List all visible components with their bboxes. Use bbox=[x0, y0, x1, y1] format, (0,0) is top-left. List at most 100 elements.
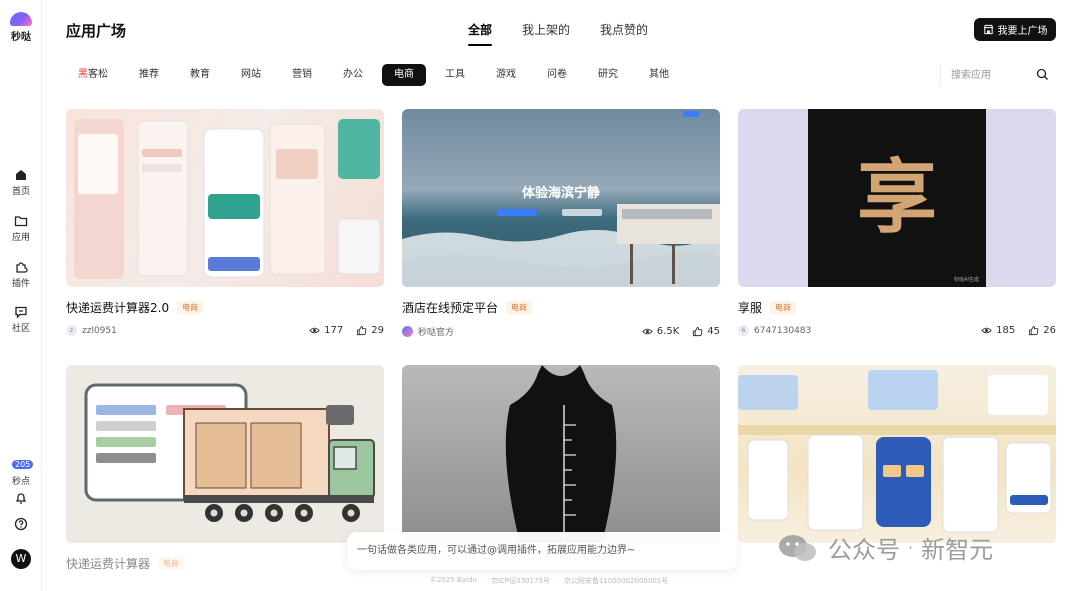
footer-icp[interactable]: 京ICP证030173号 bbox=[491, 576, 550, 586]
help-icon bbox=[14, 517, 28, 531]
app-card[interactable] bbox=[402, 365, 720, 543]
category-office[interactable]: 办公 bbox=[331, 64, 375, 86]
like-count: 29 bbox=[371, 325, 384, 336]
search-box bbox=[940, 64, 1056, 86]
thumbnail-art bbox=[738, 370, 1056, 533]
footer-police[interactable]: 京公网安备11000002000001号 bbox=[564, 576, 668, 586]
eye-icon bbox=[309, 327, 320, 334]
app-card[interactable]: 享 秒哒AI生成 享服 电商 6 6747130483 185 26 bbox=[738, 109, 1056, 336]
app-thumbnail[interactable] bbox=[66, 109, 384, 287]
watermark-separator: · bbox=[908, 538, 914, 557]
rail-item-apps[interactable]: 应用 bbox=[0, 214, 42, 243]
category-research[interactable]: 研究 bbox=[586, 64, 630, 86]
watermark-brand: 新智元 bbox=[921, 536, 994, 564]
thumbs-up-icon[interactable] bbox=[356, 325, 367, 336]
rail-item-community[interactable]: 社区 bbox=[0, 305, 42, 334]
app-thumbnail[interactable] bbox=[66, 365, 384, 543]
category-survey[interactable]: 问卷 bbox=[535, 64, 579, 86]
author-name[interactable]: zzl0951 bbox=[82, 326, 117, 336]
prompt-input-bar[interactable]: 一句话做各类应用，可以通过@调用插件，拓展应用能力边界~ bbox=[347, 532, 737, 570]
notification-button[interactable] bbox=[0, 491, 42, 507]
footer-copyright: ©2025 Baidu bbox=[430, 576, 477, 584]
home-icon bbox=[16, 170, 26, 180]
rail-item-home[interactable]: 首页 bbox=[0, 168, 42, 197]
help-button[interactable] bbox=[0, 517, 42, 533]
category-tools[interactable]: 工具 bbox=[433, 64, 477, 86]
app-card[interactable]: 体验海滨宁静 酒店在线预定平台 电商 秒哒官方 6.5K 45 bbox=[402, 109, 720, 338]
watermark: 公众号 · 新智元 bbox=[776, 530, 993, 565]
top-tabs: 全部 我上架的 我点赞的 bbox=[468, 21, 648, 46]
wechat-logo-icon bbox=[779, 534, 816, 561]
app-thumbnail[interactable] bbox=[738, 365, 1056, 543]
category-hackathon-prefix: 黑 bbox=[78, 69, 88, 80]
app-thumbnail[interactable]: 体验海滨宁静 bbox=[402, 109, 720, 287]
category-tag: 电商 bbox=[506, 301, 533, 314]
category-hackathon-rest: 客松 bbox=[88, 69, 108, 80]
view-count: 177 bbox=[324, 325, 344, 336]
points-count-badge: 205 bbox=[12, 460, 34, 469]
category-games[interactable]: 游戏 bbox=[484, 64, 528, 86]
logo[interactable]: 秒哒 bbox=[9, 12, 33, 43]
publish-button-label: 我要上广场 bbox=[997, 26, 1048, 37]
author-name[interactable]: 6747130483 bbox=[754, 326, 811, 336]
view-count: 185 bbox=[996, 325, 1016, 336]
thumbs-up-icon[interactable] bbox=[1028, 325, 1039, 336]
app-title: 享服 bbox=[738, 301, 763, 315]
footer: ©2025 Baidu 京ICP证030173号 京公网安备1100000200… bbox=[430, 576, 668, 586]
category-website[interactable]: 网站 bbox=[229, 64, 273, 86]
thumbs-up-icon[interactable] bbox=[692, 326, 703, 337]
author-avatar: 6 bbox=[738, 325, 749, 336]
app-card[interactable] bbox=[738, 365, 1056, 543]
plugin-icon bbox=[16, 262, 28, 273]
rail-item-label: 社区 bbox=[11, 324, 30, 334]
like-count: 45 bbox=[707, 326, 720, 337]
tab-my-published[interactable]: 我上架的 bbox=[522, 21, 570, 38]
search-icon[interactable] bbox=[1036, 68, 1049, 81]
category-recommended[interactable]: 推荐 bbox=[127, 64, 171, 86]
author-avatar: z bbox=[66, 325, 77, 336]
app-thumbnail[interactable]: 享 秒哒AI生成 bbox=[738, 109, 1056, 287]
rail-item-label: 应用 bbox=[11, 233, 30, 243]
category-hackathon[interactable]: 黑客松 bbox=[66, 64, 120, 86]
publish-button[interactable]: 我要上广场 bbox=[974, 18, 1056, 41]
category-other[interactable]: 其他 bbox=[637, 64, 681, 86]
thumbnail-art bbox=[74, 119, 381, 279]
points-label[interactable]: 秒点 bbox=[0, 474, 42, 487]
thumbnail-glyph: 享 bbox=[857, 150, 937, 244]
tab-my-liked[interactable]: 我点赞的 bbox=[600, 21, 648, 38]
category-ecommerce[interactable]: 电商 bbox=[382, 64, 426, 86]
thumbnail-art bbox=[84, 383, 375, 522]
category-marketing[interactable]: 营销 bbox=[280, 64, 324, 86]
left-rail: 秒哒 首页 应用 插件 社区 205 秒点 W bbox=[0, 0, 42, 591]
app-card[interactable]: 快递运费计算器 电商 bbox=[66, 365, 384, 572]
author-name[interactable]: 秒哒官方 bbox=[418, 325, 454, 338]
search-input[interactable] bbox=[951, 66, 1031, 84]
hotel-hero-title: 体验海滨宁静 bbox=[521, 186, 600, 201]
rail-item-label: 插件 bbox=[11, 279, 30, 289]
folder-icon bbox=[14, 216, 28, 227]
category-tag: 电商 bbox=[158, 557, 185, 570]
view-count: 6.5K bbox=[656, 326, 680, 337]
ai-generated-label: 秒哒AI生成 bbox=[954, 277, 979, 283]
app-thumbnail[interactable] bbox=[402, 365, 720, 543]
logo-mark-icon bbox=[10, 12, 32, 26]
chat-icon bbox=[15, 306, 27, 319]
rail-item-plugins[interactable]: 插件 bbox=[0, 260, 42, 289]
page-title: 应用广场 bbox=[66, 22, 127, 40]
app-card[interactable]: 快递运费计算器2.0 电商 z zzl0951 177 29 bbox=[66, 109, 384, 336]
category-tag: 电商 bbox=[770, 301, 797, 314]
category-education[interactable]: 教育 bbox=[178, 64, 222, 86]
store-icon bbox=[983, 24, 993, 35]
rail-item-label: 首页 bbox=[11, 187, 30, 197]
logo-text: 秒哒 bbox=[11, 32, 31, 43]
app-title: 快递运费计算器2.0 bbox=[66, 301, 170, 315]
category-bar: 黑客松 推荐 教育 网站 营销 办公 电商 工具 游戏 问卷 研究 其他 bbox=[66, 64, 688, 86]
thumbnail-art bbox=[505, 365, 617, 543]
tab-all[interactable]: 全部 bbox=[468, 21, 493, 46]
user-avatar[interactable]: W bbox=[11, 549, 31, 569]
like-count: 26 bbox=[1043, 325, 1056, 336]
eye-icon bbox=[981, 327, 992, 334]
author-avatar bbox=[402, 326, 413, 337]
app-title: 快递运费计算器 bbox=[66, 557, 151, 571]
app-title: 酒店在线预定平台 bbox=[402, 301, 499, 315]
